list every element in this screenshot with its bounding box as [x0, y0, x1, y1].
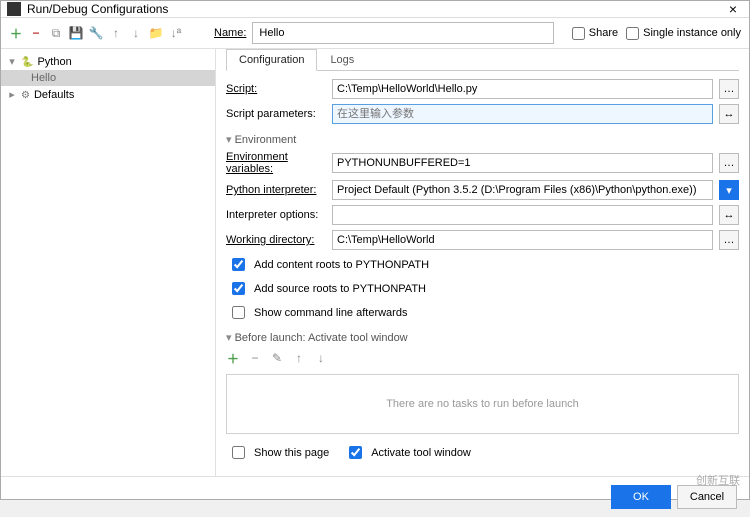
section-before-launch[interactable]: Before launch: Activate tool window — [226, 331, 739, 344]
before-launch-list: There are no tasks to run before launch — [226, 374, 739, 434]
script-browse-button[interactable]: … — [719, 79, 739, 99]
workdir-browse-button[interactable]: … — [719, 230, 739, 250]
share-checkbox[interactable]: Share — [572, 27, 618, 40]
row-script: Script: … — [226, 79, 739, 99]
name-label: Name: — [214, 27, 246, 39]
bl-remove-button[interactable]: − — [248, 351, 262, 365]
script-input[interactable] — [332, 79, 713, 99]
tree-item-label: Hello — [31, 72, 56, 84]
row-env-vars: Environment variables: … — [226, 151, 739, 175]
workdir-label: Working directory: — [226, 234, 326, 246]
chevron-down-icon: ▾ — [7, 55, 17, 68]
before-launch-toolbar: ＋ − ✎ ↑ ↓ — [226, 351, 739, 365]
envvars-browse-button[interactable]: … — [719, 153, 739, 173]
top-row: ＋ − ⧉ 💾 🔧 ↑ ↓ 📁 ↓ª Name: Share Single in… — [1, 18, 749, 44]
dialog-footer: OK Cancel — [1, 476, 749, 517]
config-tree: ▾ Python Hello ▸ Defaults — [1, 49, 216, 476]
add-source-roots-checkbox[interactable]: Add source roots to PYTHONPATH — [226, 279, 739, 298]
bl-up-button[interactable]: ↑ — [292, 351, 306, 365]
show-cmd-afterwards-checkbox[interactable]: Show command line afterwards — [226, 303, 739, 322]
gear-icon — [21, 89, 30, 101]
script-label: Script: — [226, 83, 326, 95]
envvars-label: Environment variables: — [226, 151, 326, 175]
tree-item-defaults[interactable]: ▸ Defaults — [1, 86, 215, 103]
tree-item-python[interactable]: ▾ Python — [1, 53, 215, 70]
single-instance-checkbox[interactable]: Single instance only — [626, 27, 741, 40]
tree-toolbar: ＋ − ⧉ 💾 🔧 ↑ ↓ 📁 ↓ª — [9, 26, 214, 40]
activate-tool-window-checkbox[interactable]: Activate tool window — [343, 443, 471, 462]
config-panel: Configuration Logs Script: … Script para… — [216, 49, 749, 476]
window-title: Run/Debug Configurations — [27, 2, 723, 16]
tab-logs[interactable]: Logs — [317, 49, 367, 70]
tree-item-label: Defaults — [34, 89, 74, 101]
workdir-input[interactable] — [332, 230, 713, 250]
save-config-button[interactable]: 💾 — [69, 26, 83, 40]
cancel-button[interactable]: Cancel — [677, 485, 737, 509]
row-interpreter: Python interpreter: ▾ — [226, 180, 739, 200]
row-interp-options: Interpreter options: ↔ — [226, 205, 739, 225]
move-up-button[interactable]: ↑ — [109, 26, 123, 40]
script-params-input[interactable] — [332, 104, 713, 124]
interpreter-label: Python interpreter: — [226, 184, 326, 196]
show-this-page-checkbox[interactable]: Show this page — [226, 443, 329, 462]
titlebar: Run/Debug Configurations × — [1, 1, 749, 18]
bl-edit-button[interactable]: ✎ — [270, 351, 284, 365]
script-params-expand-button[interactable]: ↔ — [719, 104, 739, 124]
main-split: ▾ Python Hello ▸ Defaults Configuration … — [1, 48, 749, 476]
bl-down-button[interactable]: ↓ — [314, 351, 328, 365]
interp-options-expand-button[interactable]: ↔ — [719, 205, 739, 225]
no-tasks-text: There are no tasks to run before launch — [386, 398, 579, 410]
chevron-right-icon: ▸ — [7, 88, 17, 101]
remove-config-button[interactable]: − — [29, 26, 43, 40]
bl-add-button[interactable]: ＋ — [226, 351, 240, 365]
row-working-dir: Working directory: … — [226, 230, 739, 250]
python-icon — [21, 56, 33, 68]
close-icon[interactable]: × — [723, 1, 743, 17]
add-config-button[interactable]: ＋ — [9, 26, 23, 40]
app-icon — [7, 2, 21, 16]
interpreter-input[interactable] — [332, 180, 713, 200]
tab-configuration[interactable]: Configuration — [226, 49, 317, 71]
row-script-params: Script parameters: ↔ — [226, 104, 739, 124]
sort-button[interactable]: ↓ª — [169, 26, 183, 40]
name-input[interactable] — [252, 22, 553, 44]
interp-options-label: Interpreter options: — [226, 209, 326, 221]
interpreter-dropdown-button[interactable]: ▾ — [719, 180, 739, 200]
tab-bar: Configuration Logs — [226, 49, 739, 71]
envvars-input[interactable] — [332, 153, 713, 173]
interp-options-input[interactable] — [332, 205, 713, 225]
settings-icon[interactable]: 🔧 — [89, 26, 103, 40]
copy-config-button[interactable]: ⧉ — [49, 26, 63, 40]
ok-button[interactable]: OK — [611, 485, 671, 509]
folder-button[interactable]: 📁 — [149, 26, 163, 40]
dialog-body: ＋ − ⧉ 💾 🔧 ↑ ↓ 📁 ↓ª Name: Share Single in… — [1, 18, 749, 517]
add-content-roots-checkbox[interactable]: Add content roots to PYTHONPATH — [226, 255, 739, 274]
dialog-window: Run/Debug Configurations × ＋ − ⧉ 💾 🔧 ↑ ↓… — [0, 0, 750, 500]
script-params-label: Script parameters: — [226, 108, 326, 120]
section-environment[interactable]: Environment — [226, 133, 739, 146]
move-down-button[interactable]: ↓ — [129, 26, 143, 40]
tree-item-label: Python — [37, 56, 71, 68]
config-form: Script: … Script parameters: ↔ Environme… — [226, 71, 739, 470]
tree-item-hello[interactable]: Hello — [1, 70, 215, 86]
